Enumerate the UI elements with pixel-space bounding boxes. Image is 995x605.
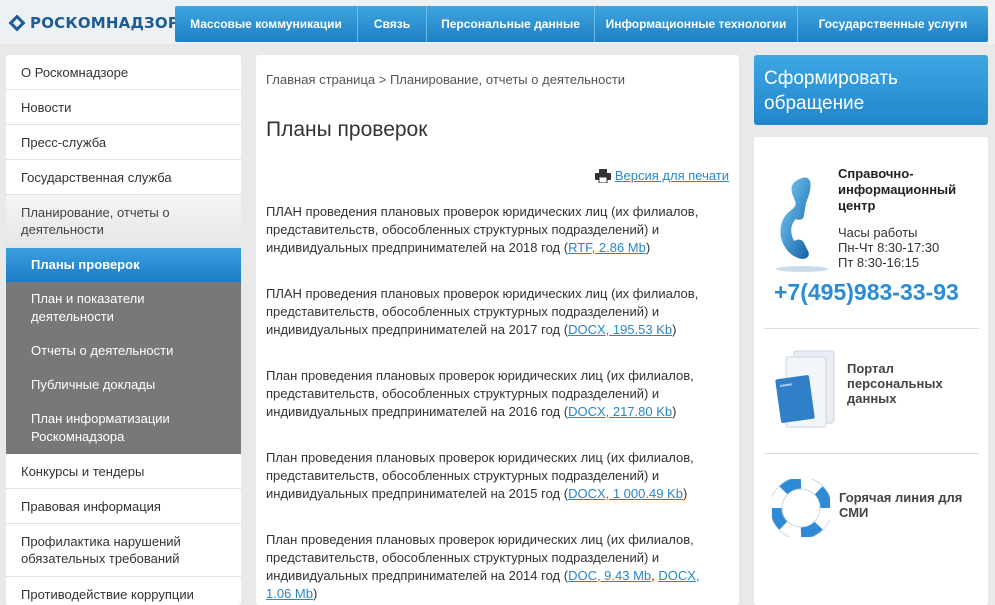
hours-title: Часы работы	[838, 225, 918, 240]
sidebar-subitem-public-reports[interactable]: Публичные доклады	[6, 368, 241, 402]
main-content: Главная страница > Планирование, отчеты …	[256, 55, 739, 605]
print-version-link[interactable]: Версия для печати	[594, 168, 729, 183]
logo-diamond-icon	[8, 14, 26, 32]
plan-item-2017: ПЛАН проведения плановых проверок юридич…	[266, 286, 699, 337]
plan-item-2018: ПЛАН проведения плановых проверок юридич…	[266, 204, 699, 255]
nav-personal-data[interactable]: Персональные данные	[427, 6, 595, 42]
plan-item-2014: План проведения плановых проверок юридич…	[266, 532, 700, 601]
hours-weekdays: Пн-Чт 8:30-17:30	[838, 240, 940, 255]
nav-communications[interactable]: Связь	[358, 6, 427, 42]
passport-document-icon	[772, 347, 838, 431]
sidebar-menu: О Роскомнадзоре Новости Пресс-служба Гос…	[6, 55, 241, 605]
page-title: Планы проверок	[266, 118, 428, 141]
personal-data-portal-link[interactable]: Портал персональных данных	[847, 361, 952, 406]
breadcrumb[interactable]: Главная страница > Планирование, отчеты …	[266, 72, 625, 87]
sidebar-subitem-informatization-plan[interactable]: План информатизации Роскомнадзора	[6, 402, 241, 454]
sidebar-item-legal-info[interactable]: Правовая информация	[6, 489, 241, 524]
sidebar-item-planning[interactable]: Планирование, отчеты о деятельности	[6, 195, 241, 248]
sidebar-item-press[interactable]: Пресс-служба	[6, 125, 241, 160]
portal-label: Портал персональных данных	[847, 361, 943, 406]
lifebuoy-icon	[769, 476, 833, 540]
sidebar-item-news[interactable]: Новости	[6, 90, 241, 125]
sidebar-item-anticorruption[interactable]: Противодействие коррупции	[6, 577, 241, 605]
hours-friday: Пт 8:30-16:15	[838, 255, 920, 270]
sidebar-item-tenders[interactable]: Конкурсы и тендеры	[6, 454, 241, 489]
nav-information-technologies[interactable]: Информационные технологии	[595, 6, 798, 42]
printer-icon	[594, 168, 611, 183]
phone-handset-icon	[772, 173, 830, 273]
sidebar-item-violation-prevention[interactable]: Профилактика нарушений обязательных треб…	[6, 524, 241, 577]
phone-number[interactable]: +7(495)983-33-93	[774, 279, 959, 306]
sidebar-item-about[interactable]: О Роскомнадзоре	[6, 55, 241, 90]
logo-text: РОСКОМНАДЗОР	[30, 14, 180, 32]
plan-item-2015: План проведения плановых проверок юридич…	[266, 450, 694, 501]
divider	[764, 453, 979, 454]
sidebar-subitem-plan-indicators[interactable]: План и показатели деятельности	[6, 282, 241, 334]
right-info-panel: Справочно-информационный центр Часы рабо…	[754, 137, 988, 605]
plan-file-link[interactable]: DOCX, 217.80 Kb	[568, 404, 672, 419]
sidebar-subitem-inspection-plans[interactable]: Планы проверок	[6, 248, 241, 282]
sidebar-item-civil-service[interactable]: Государственная служба	[6, 160, 241, 195]
plan-file-link[interactable]: RTF, 2.86 Mb	[568, 240, 646, 255]
header: РОСКОМНАДЗОР Массовые коммуникации Связь…	[0, 0, 995, 44]
create-appeal-button[interactable]: Сформировать обращение	[754, 55, 988, 125]
top-navigation: Массовые коммуникации Связь Персональные…	[175, 6, 988, 42]
logo[interactable]: РОСКОМНАДЗОР	[8, 12, 179, 34]
print-version-label: Версия для печати	[614, 168, 729, 183]
sidebar-subitem-activity-reports[interactable]: Отчеты о деятельности	[6, 334, 241, 368]
help-center-title: Справочно-информационный центр	[838, 166, 957, 213]
plan-file-link[interactable]: DOCX, 195.53 Kb	[568, 322, 672, 337]
nav-government-services[interactable]: Государственные услуги	[798, 6, 988, 42]
plan-file-link[interactable]: DOCX, 1 000.49 Kb	[568, 486, 683, 501]
plan-file-link[interactable]: DOC, 9.43 Mb	[568, 568, 651, 583]
nav-mass-communications[interactable]: Массовые коммуникации	[175, 6, 358, 42]
plan-item-2016: План проведения плановых проверок юридич…	[266, 368, 694, 419]
media-hotline-link[interactable]: Горячая линия для СМИ	[839, 490, 979, 520]
divider	[764, 328, 979, 329]
working-hours: Часы работы Пн-Чт 8:30-17:30 Пт 8:30-16:…	[838, 225, 939, 270]
